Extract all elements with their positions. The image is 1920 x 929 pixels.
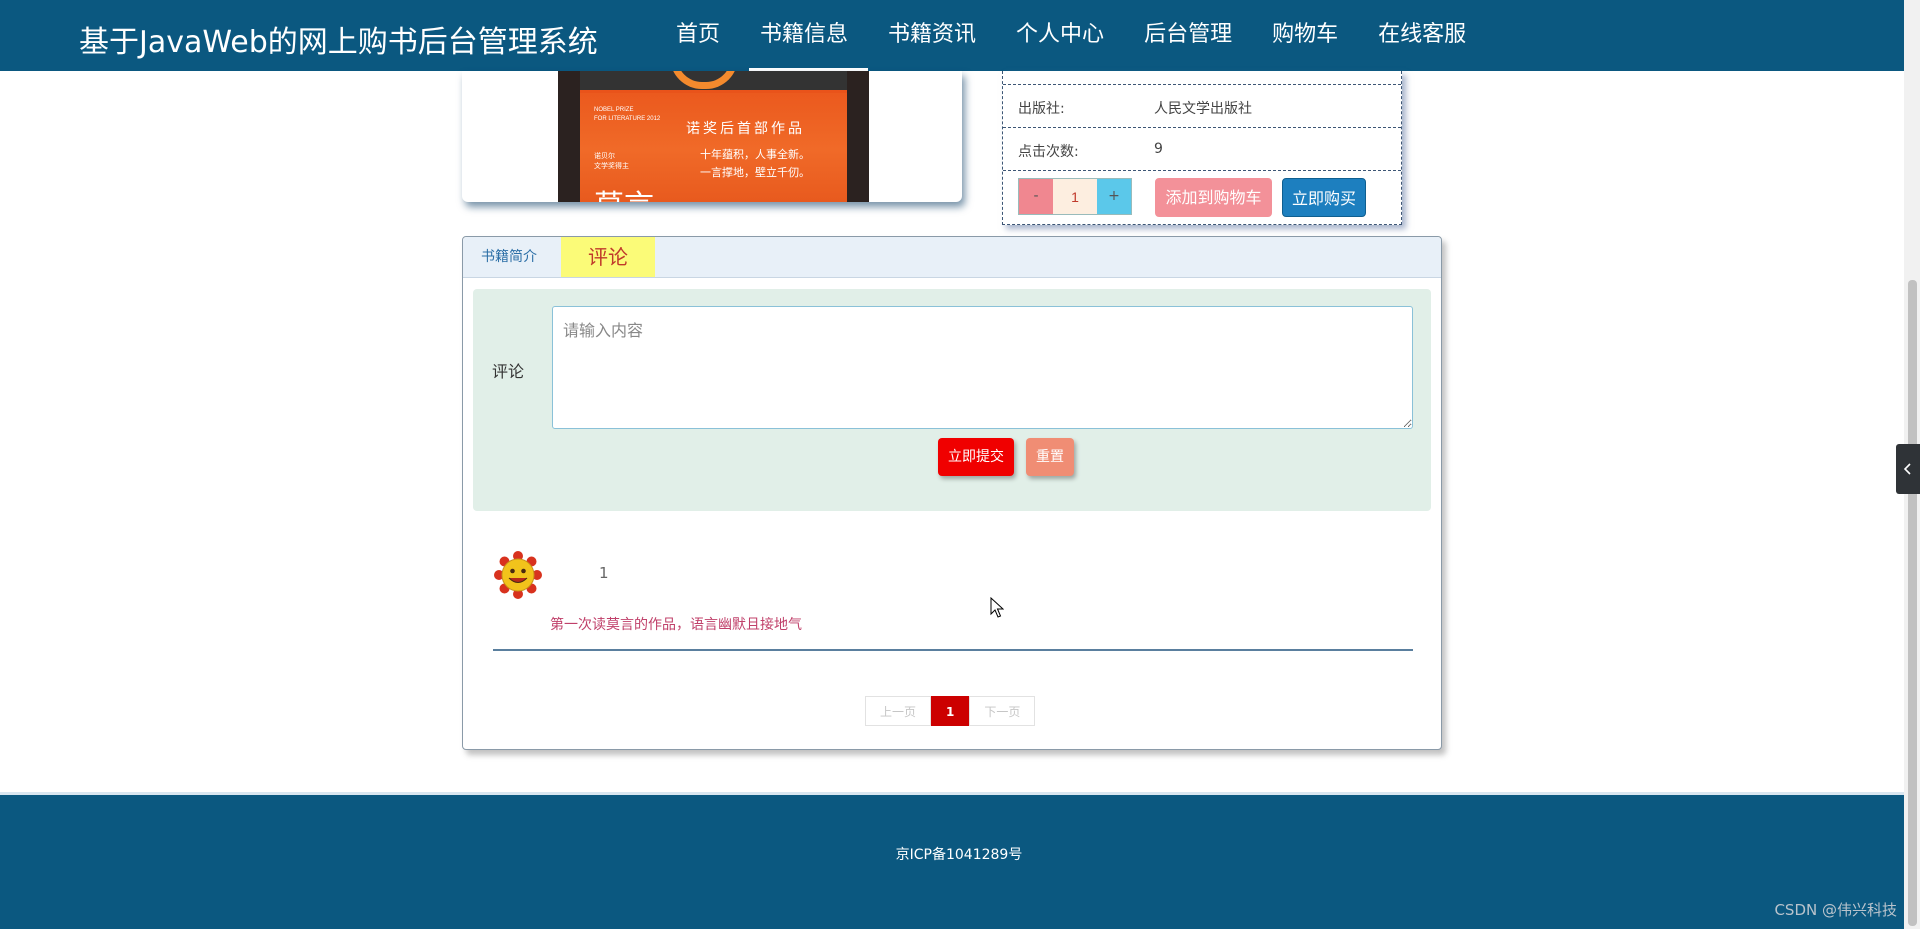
prev-page-button[interactable]: 上一页: [865, 696, 932, 726]
cover-text: NOBEL PRIZE: [594, 107, 634, 113]
comment-form: 评论 立即提交 重置: [473, 289, 1431, 511]
mouse-cursor-icon: [990, 597, 1004, 618]
info-value: 9: [1154, 141, 1163, 157]
info-label: 出版社:: [1018, 101, 1065, 117]
nav-book-news[interactable]: 书籍资讯: [868, 0, 996, 71]
tab-book-intro[interactable]: 书籍简介: [481, 237, 537, 277]
buy-now-button[interactable]: 立即购买: [1282, 178, 1366, 217]
icp-text: 京ICP备1041289号: [895, 847, 1023, 863]
reset-button[interactable]: 重置: [1026, 438, 1074, 476]
comment-text: 第一次读莫言的作品，语言幽默且接地气: [550, 617, 802, 633]
scrollbar-thumb[interactable]: [1908, 280, 1917, 926]
side-panel-toggle[interactable]: [1896, 444, 1920, 494]
site-title: 基于JavaWeb的网上购书后台管理系统: [79, 25, 598, 60]
info-label: 点击次数:: [1018, 144, 1079, 160]
comment-textarea[interactable]: [552, 306, 1413, 429]
cover-text: 诺贝尔: [594, 152, 615, 160]
comment-label: 评论: [492, 362, 525, 381]
info-row-publisher: 出版社: 人民文学出版社: [1003, 85, 1401, 128]
comment-username: 1: [599, 564, 609, 582]
detail-tabs-panel: 书籍简介 评论 评论 立即提交 重置 1 第一次读莫言的作品，语言幽默且接地气 …: [462, 236, 1442, 750]
page-number-current[interactable]: 1: [931, 696, 970, 726]
sunflower-smiley-avatar-icon: [494, 551, 542, 599]
quantity-increase-button[interactable]: +: [1097, 179, 1131, 214]
comment-item: 1 第一次读莫言的作品，语言幽默且接地气: [493, 551, 1413, 651]
cover-text: FOR LITERATURE 2012: [594, 116, 661, 122]
site-footer: 京ICP备1041289号: [0, 792, 1904, 929]
watermark: CSDN @伟兴科技: [1774, 901, 1897, 919]
chevron-left-icon: [1903, 463, 1911, 475]
main-nav: 首页 书籍信息 书籍资讯 个人中心 后台管理 购物车 在线客服: [656, 0, 1486, 71]
cover-text: 文学奖得主: [594, 162, 629, 170]
pagination: 上一页 1 下一页: [865, 696, 1036, 726]
cover-text: 诺奖后首部作品: [686, 121, 805, 137]
next-page-button[interactable]: 下一页: [969, 696, 1036, 726]
quantity-input[interactable]: [1053, 179, 1097, 214]
book-info-table: 出版社: 人民文学出版社 点击次数: 9 - + 添加到购物车 立即购买: [1002, 71, 1402, 225]
cover-text: 十年蕴积，人事全新。: [700, 148, 810, 161]
icp-record: 京ICP备1041289号: [0, 844, 1920, 864]
nav-profile[interactable]: 个人中心: [996, 0, 1124, 71]
nav-admin[interactable]: 后台管理: [1124, 0, 1252, 71]
nav-customer-service[interactable]: 在线客服: [1358, 0, 1486, 71]
tab-comments[interactable]: 评论: [561, 237, 655, 277]
cover-text: 一言撑地，壁立千仞。: [700, 166, 810, 179]
book-cover-image: NOBEL PRIZE FOR LITERATURE 2012 诺贝尔 文学奖得…: [558, 71, 869, 202]
quantity-decrease-button[interactable]: -: [1019, 179, 1053, 214]
quantity-stepper: - +: [1018, 178, 1132, 215]
nav-home[interactable]: 首页: [656, 0, 740, 71]
site-header: 基于JavaWeb的网上购书后台管理系统 首页 书籍信息 书籍资讯 个人中心 后…: [0, 0, 1904, 71]
submit-comment-button[interactable]: 立即提交: [938, 438, 1014, 476]
info-row-clicks: 点击次数: 9: [1003, 128, 1401, 171]
book-cover-frame: NOBEL PRIZE FOR LITERATURE 2012 诺贝尔 文学奖得…: [462, 71, 962, 202]
nav-cart[interactable]: 购物车: [1252, 0, 1358, 71]
add-to-cart-button[interactable]: 添加到购物车: [1155, 178, 1272, 217]
tab-bar: 书籍简介 评论: [463, 237, 1441, 278]
nav-book-info[interactable]: 书籍信息: [740, 0, 869, 71]
info-value: 人民文学出版社: [1154, 101, 1252, 117]
cover-title: 莫言: [594, 181, 654, 202]
